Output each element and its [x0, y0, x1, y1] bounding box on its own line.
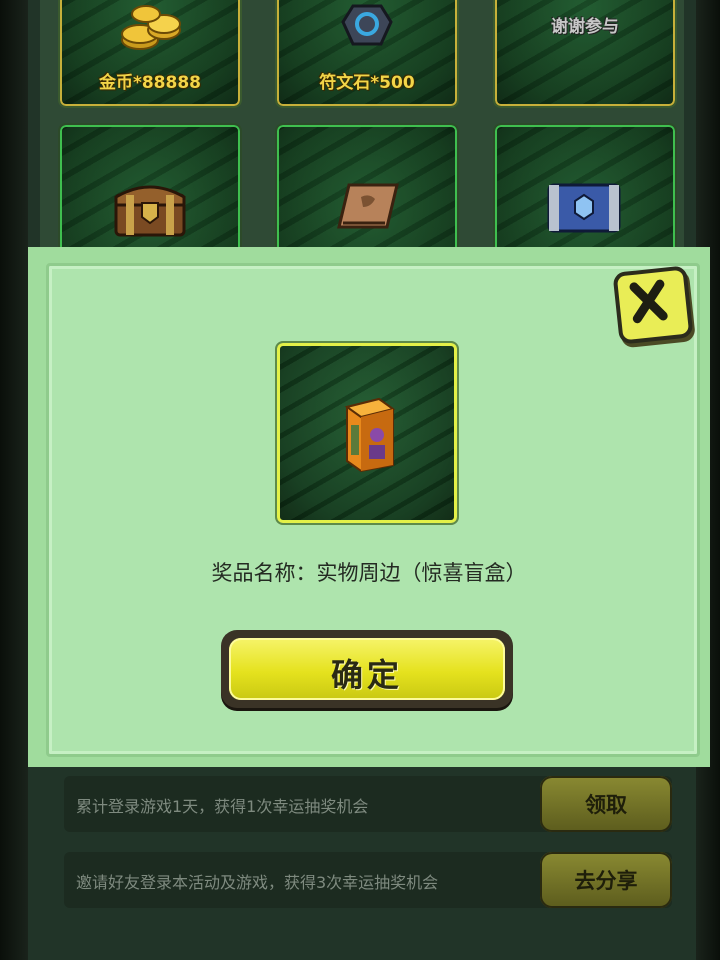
blind-box-icon	[344, 397, 396, 473]
blue-chest-icon	[547, 183, 621, 233]
share-button-label: 去分享	[574, 869, 638, 893]
rune-stone-icon	[341, 4, 393, 46]
prize-result-dialog: 奖品名称：实物周边（惊喜盲盒） 确定	[28, 247, 710, 767]
task-row-invite: 邀请好友登录本活动及游戏，获得3次幸运抽奖机会 去分享	[64, 852, 672, 908]
left-edge	[0, 0, 28, 960]
prize-tile-rune: 符文石*500	[277, 0, 457, 106]
close-button[interactable]	[612, 265, 694, 345]
confirm-button-face: 确定	[229, 638, 505, 700]
prize-name: 奖品名称：实物周边（惊喜盲盒）	[211, 561, 527, 585]
gold-coins-icon	[121, 5, 181, 50]
confirm-button[interactable]: 确定	[221, 630, 513, 708]
task-row-login: 累计登录游戏1天，获得1次幸运抽奖机会 领取	[64, 776, 672, 832]
prize-tile-thanks: 谢谢参与	[495, 0, 675, 106]
prize-label: 谢谢参与	[551, 17, 619, 37]
claim-button[interactable]: 领取	[540, 776, 672, 832]
close-x-icon	[629, 279, 668, 324]
task-text: 累计登录游戏1天，获得1次幸运抽奖机会	[76, 797, 369, 816]
task-text: 邀请好友登录本活动及游戏，获得3次幸运抽奖机会	[76, 873, 439, 892]
prize-label: 金币*88888	[98, 73, 202, 93]
confirm-label: 确定	[330, 656, 403, 694]
share-button[interactable]: 去分享	[540, 852, 672, 908]
wooden-chest-icon	[114, 185, 186, 237]
scroll-icon	[337, 183, 399, 229]
claim-button-label: 领取	[585, 793, 627, 817]
prize-tile-coins: 金币*88888	[60, 0, 240, 106]
prize-image	[277, 343, 457, 523]
prize-label: 符文石*500	[319, 73, 415, 93]
